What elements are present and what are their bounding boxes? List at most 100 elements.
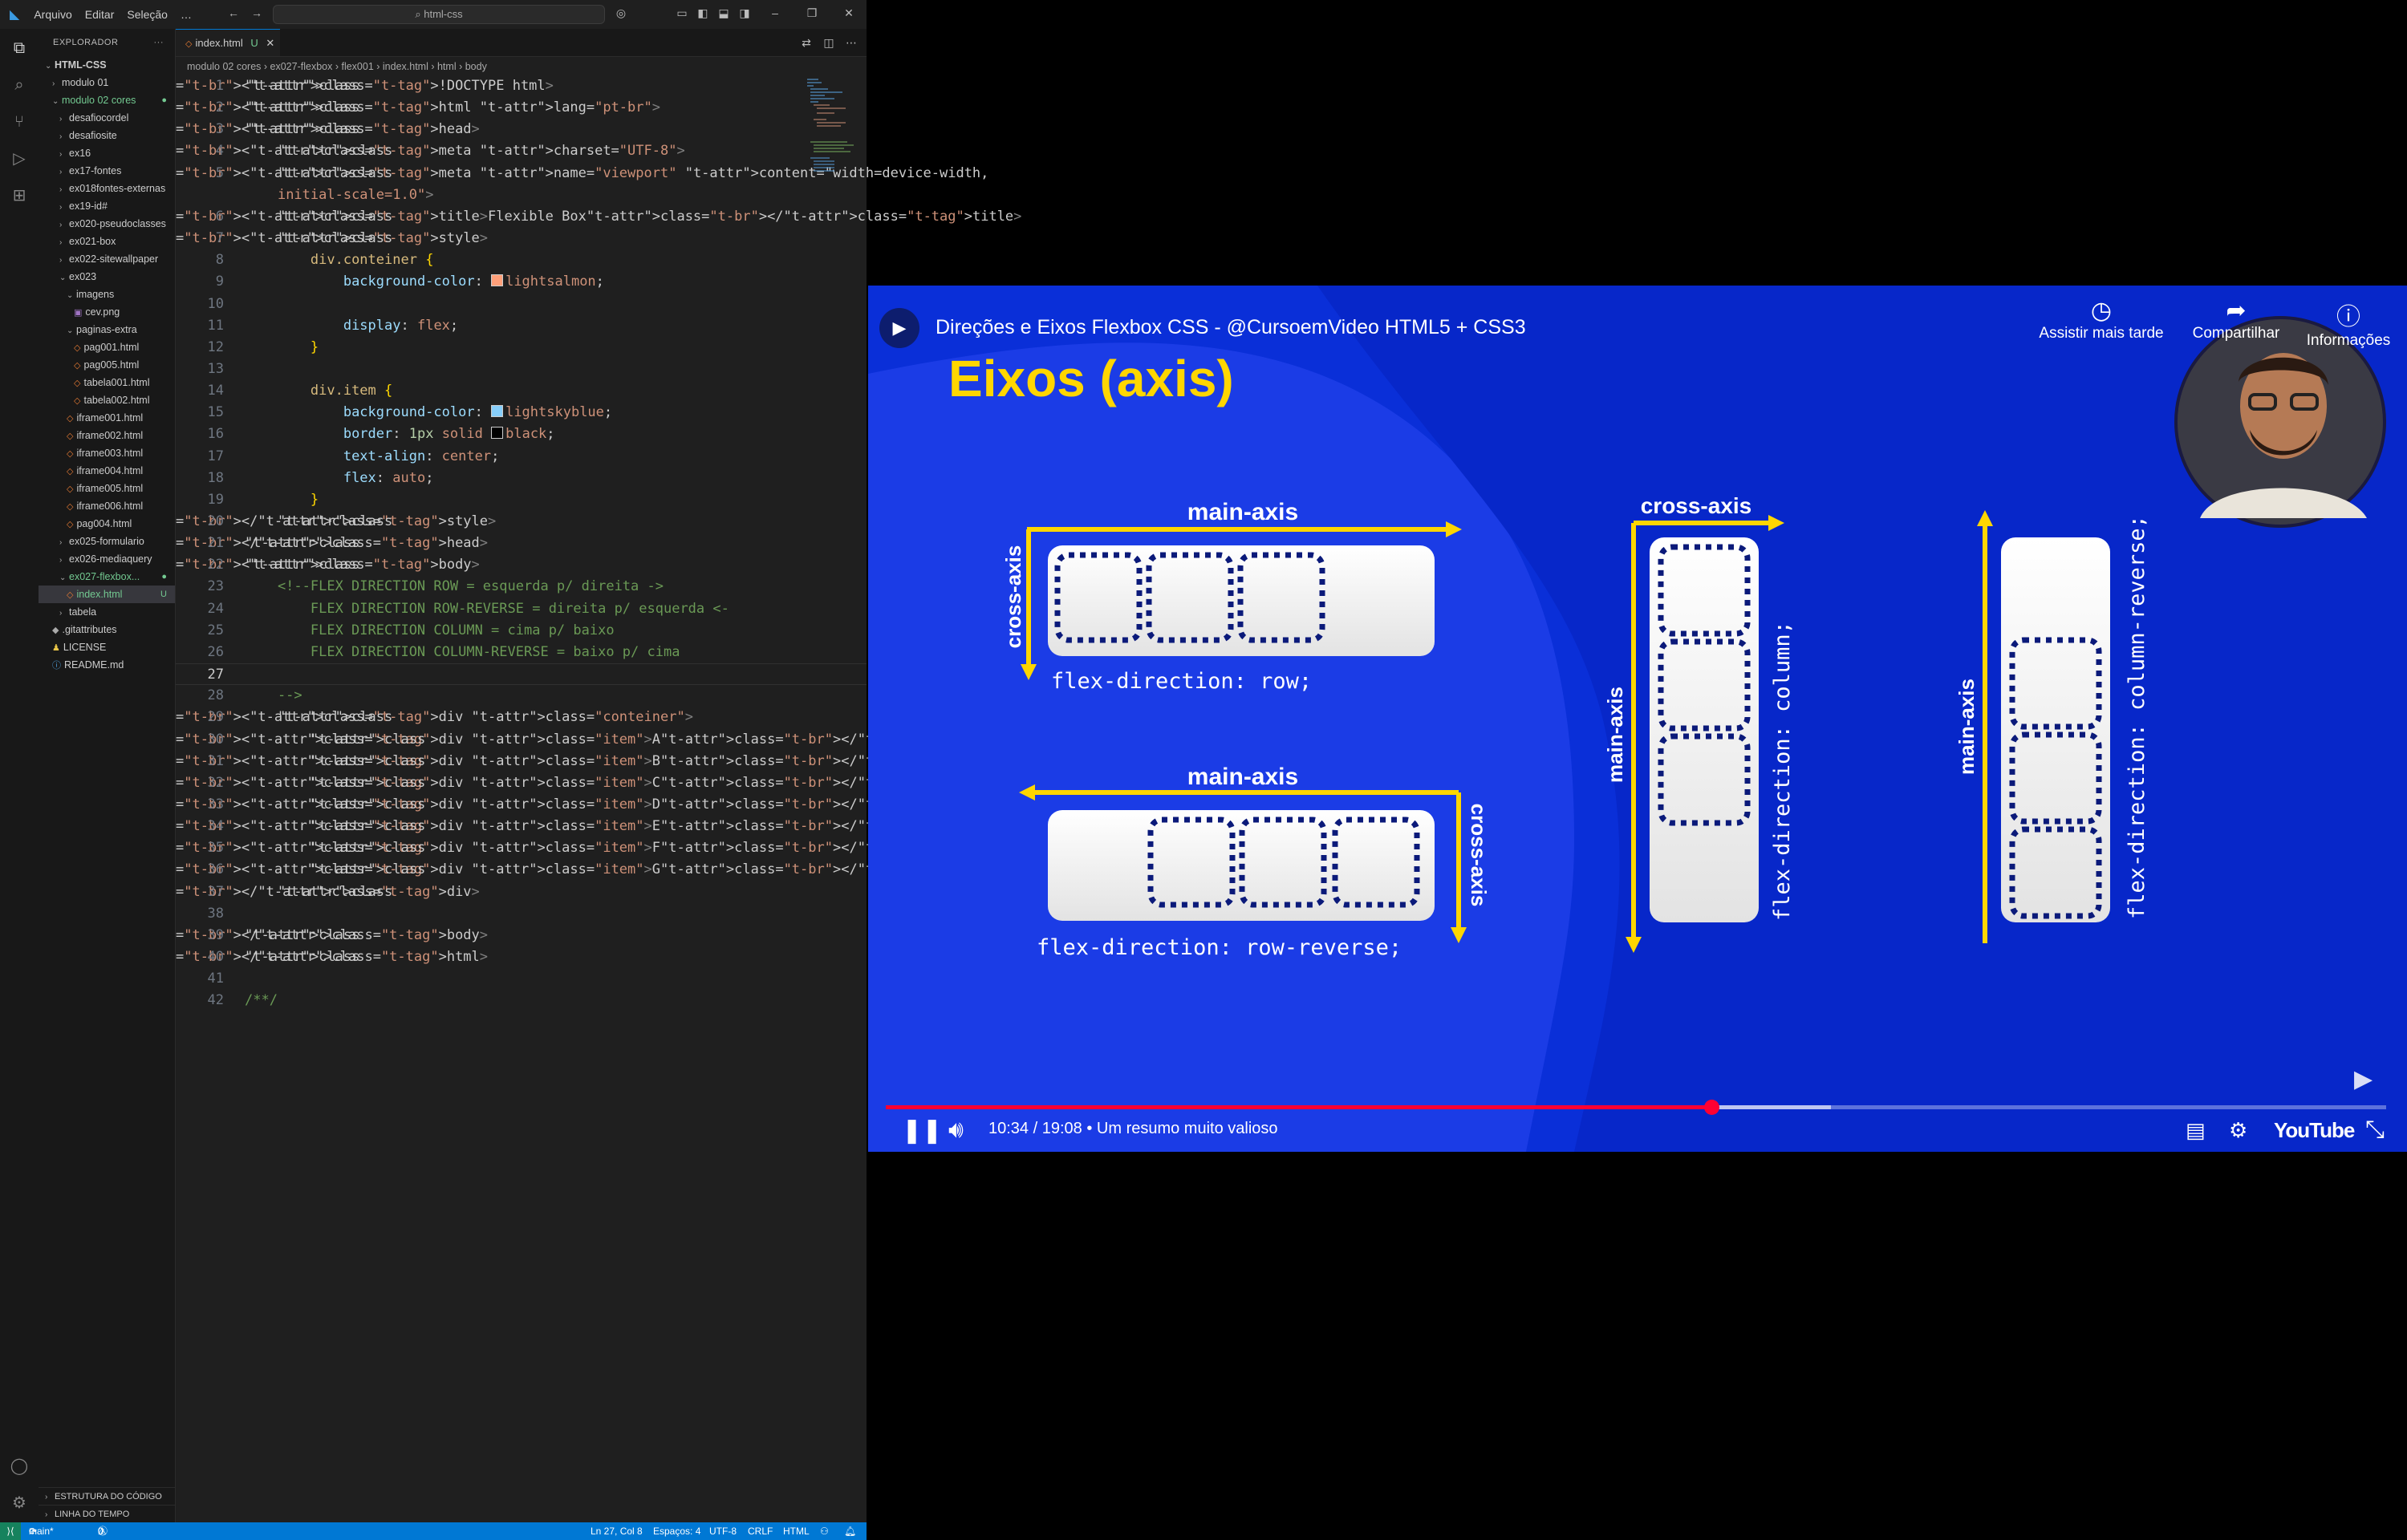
code-line[interactable]: 12 } (176, 337, 867, 359)
live-share-icon[interactable]: ⚇ (820, 1522, 829, 1540)
watch-later-button[interactable]: ◷ Assistir mais tarde (2033, 297, 2170, 342)
code-line[interactable]: 3 "t-attr">class ="t-br"><"t-attr">class="… (176, 119, 867, 140)
breadcrumb-item[interactable]: flex001 (341, 61, 373, 72)
breadcrumb-item[interactable]: index.html (383, 61, 428, 72)
copilot-icon[interactable]: ◎ (615, 6, 627, 19)
tree-item-22[interactable]: ◇ iframe003.html (39, 444, 175, 462)
tab-index-html[interactable]: ◇ index.html U ✕ (176, 29, 280, 56)
settings-gear-icon[interactable]: ⚙ (10, 1493, 29, 1513)
info-button[interactable]: ⓘ Informações (2296, 297, 2401, 350)
notifications-bell-icon[interactable]: 🔔︎ (844, 1522, 856, 1540)
tree-item-7[interactable]: › ex018fontes-externas (39, 180, 175, 197)
code-line[interactable]: 40 "t-attr">class ="t-br"></"t-attr">class… (176, 946, 867, 968)
tree-item-3[interactable]: › desafiocordel (39, 109, 175, 127)
subtitles-icon[interactable]: ▤ (2186, 1118, 2206, 1143)
menu-more[interactable]: … (174, 8, 198, 21)
tree-item-28[interactable]: › ex026-mediaquery (39, 550, 175, 568)
tree-item-14[interactable]: ▣ cev.png (39, 303, 175, 321)
code-line[interactable]: 23 <!--FLEX DIRECTION ROW = esquerda p/ … (176, 576, 867, 598)
close-tab-icon[interactable]: ✕ (266, 37, 274, 49)
tree-item-10[interactable]: › ex021-box (39, 233, 175, 250)
code-line[interactable]: 19 } (176, 489, 867, 511)
tree-item-12[interactable]: ⌄ ex023 (39, 268, 175, 286)
close-window-icon[interactable]: ✕ (842, 6, 855, 19)
tree-item-6[interactable]: › ex17-fontes (39, 162, 175, 180)
compare-icon[interactable]: ⇄ (800, 36, 813, 49)
code-line[interactable]: 32 "t-attr">class ="t-br"><"t-attr">class… (176, 772, 1079, 794)
code-line[interactable]: 35 "t-attr">class ="t-br"><"t-attr">class… (176, 837, 1079, 859)
minimize-icon[interactable]: – (769, 6, 781, 19)
code-line[interactable]: 34 "t-attr">class ="t-br"><"t-attr">class… (176, 816, 1079, 837)
account-icon[interactable]: ◯ (10, 1457, 29, 1476)
command-center-search[interactable]: ⌕ html-css (273, 5, 605, 24)
breadcrumb-item[interactable]: body (465, 61, 487, 72)
code-line[interactable]: 21 "t-attr">class ="t-br"></"t-attr">class… (176, 533, 867, 554)
code-line[interactable]: 39 "t-attr">class ="t-br"></"t-attr">class… (176, 925, 867, 946)
code-line[interactable]: 27 (176, 663, 867, 686)
tree-item-20[interactable]: ◇ iframe001.html (39, 409, 175, 427)
code-line[interactable]: 20 "t-attr">class ="t-br"></"t-attr">clas… (176, 511, 867, 533)
timeline-section[interactable]: › LINHA DO TEMPO (39, 1505, 181, 1523)
editor-more-icon[interactable]: ⋯ (845, 36, 858, 49)
menu-selecao[interactable]: Seleção (120, 8, 174, 21)
code-line[interactable]: 13 (176, 359, 867, 380)
outline-section[interactable]: › ESTRUTURA DO CÓDIGO (39, 1487, 181, 1506)
code-line[interactable]: 22 "t-attr">class ="t-br"><"t-attr">class=… (176, 554, 867, 576)
code-line[interactable]: 7 "t-attr">class ="t-br"><"t-attr">class=… (176, 228, 867, 249)
code-line[interactable]: 25 FLEX DIRECTION COLUMN = cima p/ baixo (176, 620, 867, 642)
code-line[interactable]: 26 FLEX DIRECTION COLUMN-REVERSE = baixo… (176, 642, 867, 663)
source-control-icon[interactable]: ⑂ (10, 112, 29, 132)
code-line[interactable]: 17 text-align: center; (176, 446, 867, 468)
tree-item-23[interactable]: ◇ iframe004.html (39, 462, 175, 480)
tree-item-24[interactable]: ◇ iframe005.html (39, 480, 175, 497)
minimap[interactable] (807, 77, 855, 173)
eol-status[interactable]: CRLF (748, 1522, 773, 1540)
tree-item-8[interactable]: › ex19-id# (39, 197, 175, 215)
toggle-sidebar-icon[interactable]: ◧ (696, 6, 709, 19)
tree-item-4[interactable]: › desafiosite (39, 127, 175, 144)
code-line[interactable]: 36 "t-attr">class ="t-br"><"t-attr">class… (176, 859, 1079, 881)
share-button[interactable]: ➦ Compartilhar (2184, 297, 2288, 342)
menu-editar[interactable]: Editar (79, 8, 121, 21)
code-line[interactable]: 29 "t-attr">class ="t-br"><"t-attr">class… (176, 707, 867, 728)
code-line[interactable]: 33 "t-attr">class ="t-br"><"t-attr">class… (176, 794, 1079, 816)
code-line[interactable]: 14 div.item { (176, 380, 867, 402)
code-line[interactable]: 9 background-color: lightsalmon; (176, 271, 867, 293)
code-line[interactable]: 42 /**/ (176, 990, 867, 1011)
language-mode[interactable]: HTML (783, 1522, 810, 1540)
youtube-logo[interactable]: YouTube (2274, 1118, 2355, 1143)
restore-icon[interactable]: ❐ (806, 6, 818, 19)
tree-item-30[interactable]: ◇ index.html U (39, 586, 175, 603)
progress-bar[interactable] (886, 1100, 2386, 1115)
code-line[interactable]: 11 display: flex; (176, 315, 867, 337)
code-line[interactable]: 37 "t-attr">class ="t-br"></"t-attr">clas… (176, 881, 867, 903)
tree-item-29[interactable]: ⌄ ex027-flexbox... ● (39, 568, 175, 586)
layout-icon[interactable]: ▭ (676, 6, 688, 19)
tree-item-17[interactable]: ◇ pag005.html (39, 356, 175, 374)
tree-item-15[interactable]: ⌄ paginas-extra (39, 321, 175, 338)
tree-item-18[interactable]: ◇ tabela001.html (39, 374, 175, 391)
tree-item-2[interactable]: ⌄ modulo 02 cores ● (39, 91, 175, 109)
tree-item-26[interactable]: ◇ pag004.html (39, 515, 175, 533)
toggle-secondary-icon[interactable]: ◨ (738, 6, 751, 19)
toggle-panel-icon[interactable]: ⬓ (717, 6, 730, 19)
code-line[interactable]: 38 (176, 903, 867, 925)
video-title[interactable]: Direções e Eixos Flexbox CSS - @CursoemV… (936, 316, 1526, 339)
menu-arquivo[interactable]: Arquivo (27, 8, 78, 21)
code-line[interactable]: 28 --> (176, 685, 867, 707)
code-line[interactable]: 15 background-color: lightskyblue; (176, 402, 867, 424)
breadcrumb-item[interactable]: ex027-flexbox (270, 61, 333, 72)
tree-item-19[interactable]: ◇ tabela002.html (39, 391, 175, 409)
code-line[interactable]: 2 "t-attr">class ="t-br"><"t-attr">class="… (176, 97, 867, 119)
exit-fullscreen-icon[interactable]: ⤡ (2365, 1116, 2385, 1144)
code-line[interactable]: 31 "t-attr">class ="t-br"><"t-attr">class… (176, 751, 1079, 772)
tree-item-21[interactable]: ◇ iframe002.html (39, 427, 175, 444)
code-line[interactable]: initial-scale=1.0"> (176, 184, 867, 206)
code-line[interactable]: 41 (176, 968, 867, 990)
code-line[interactable]: 8 div.conteiner { (176, 249, 867, 271)
tree-item-33[interactable]: ♟ LICENSE (39, 638, 175, 656)
code-line[interactable]: 30 "t-attr">class ="t-br"><"t-attr">class… (176, 729, 1079, 751)
cursor-position[interactable]: Ln 27, Col 8 (591, 1522, 643, 1540)
channel-avatar[interactable]: ▶ (879, 308, 919, 348)
tree-item-0[interactable]: ⌄ HTML-CSS (39, 56, 175, 74)
